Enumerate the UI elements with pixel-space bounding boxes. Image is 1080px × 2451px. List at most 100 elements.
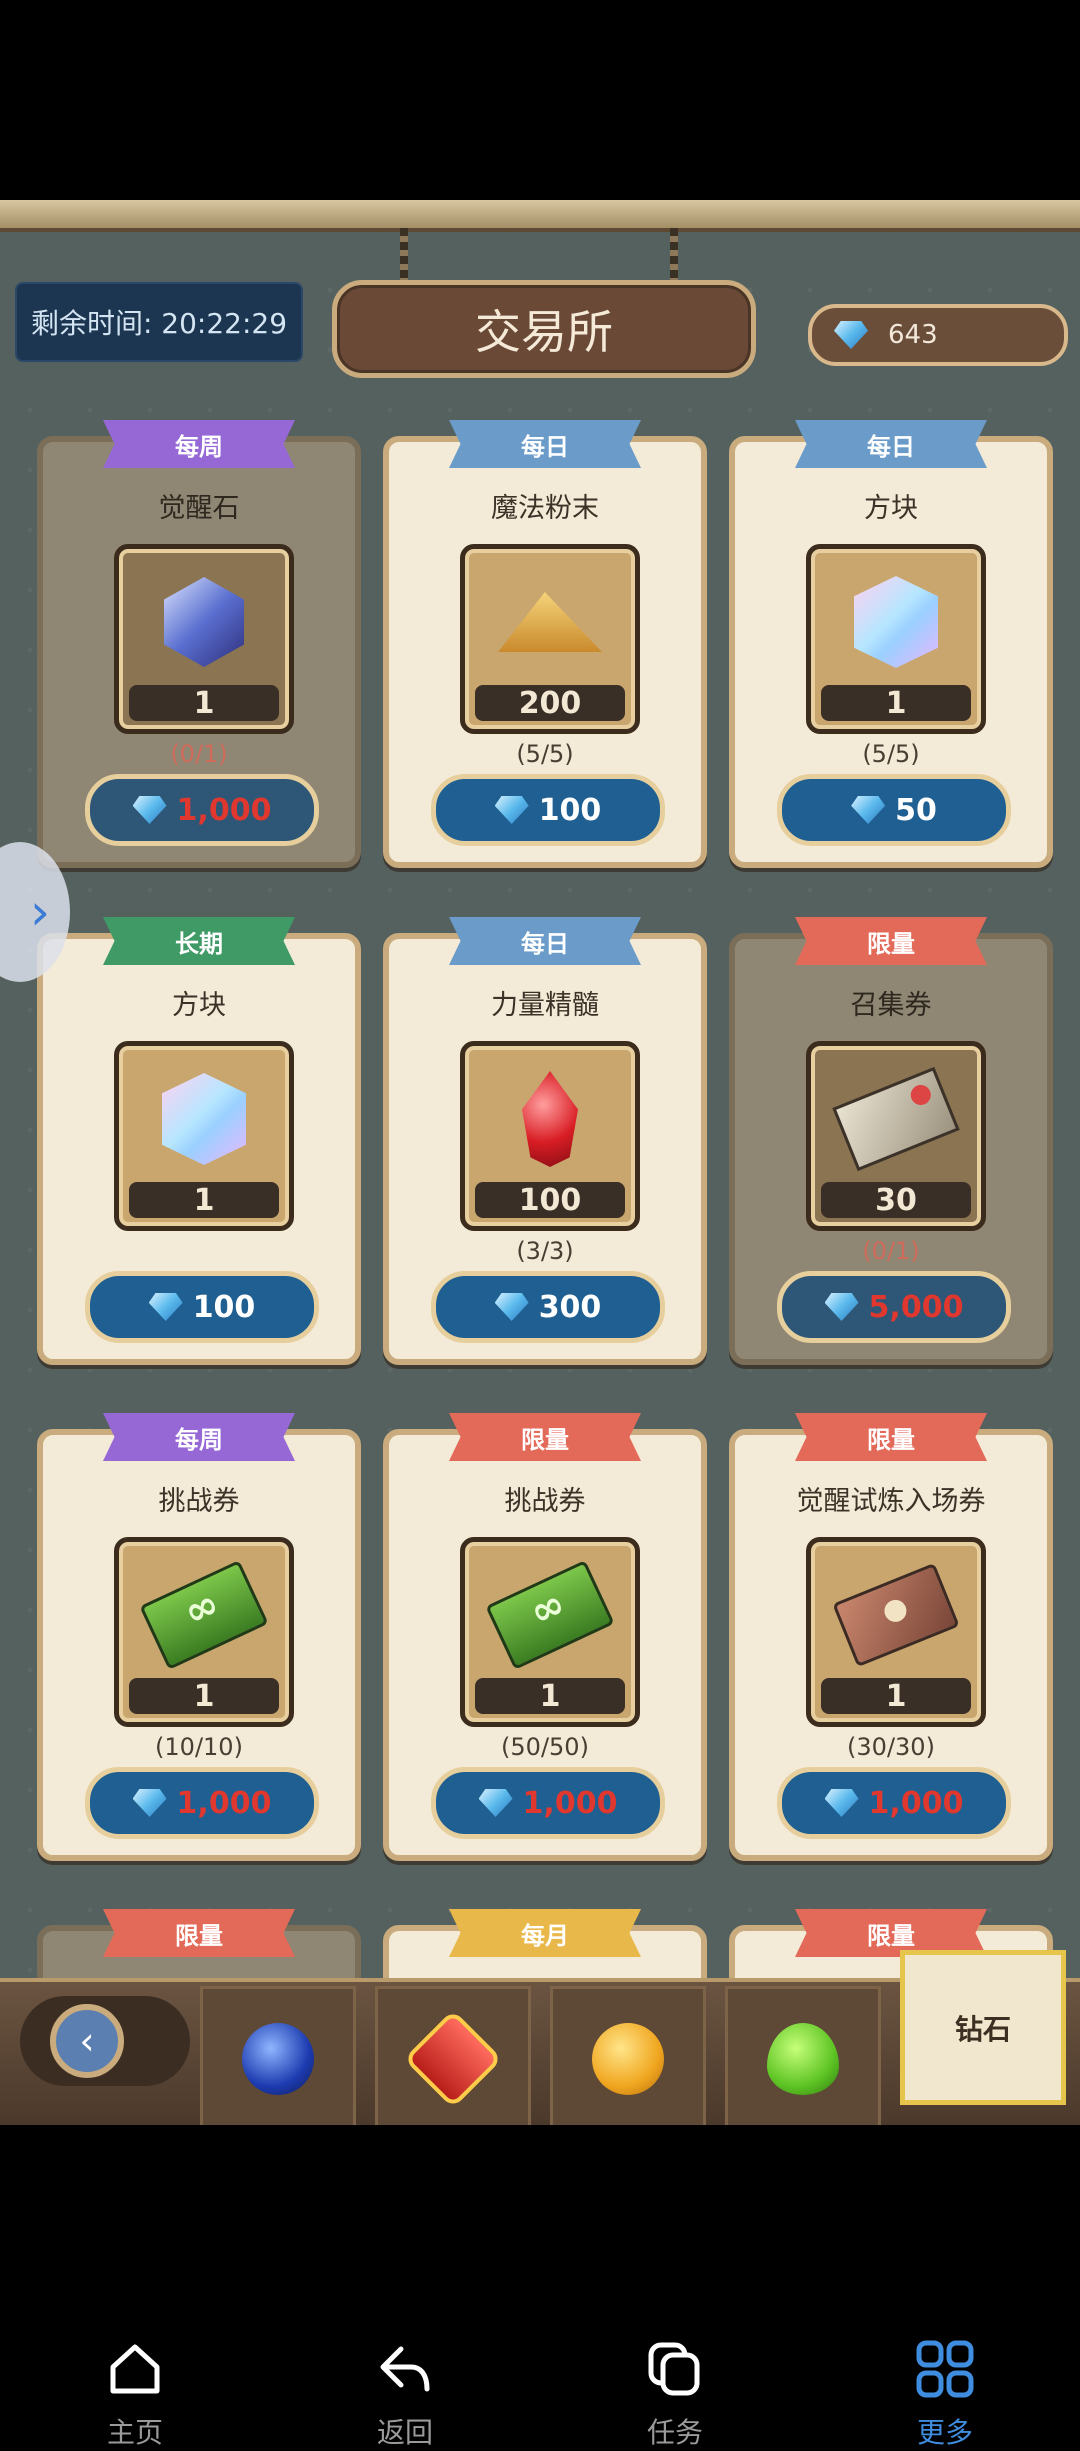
item-quantity: 1: [129, 1182, 279, 1218]
tab-diamond[interactable]: 钻石: [900, 1950, 1066, 2105]
purchase-limit: (5/5): [516, 740, 574, 768]
chevron-left-icon: ‹: [50, 2004, 124, 2078]
buy-button[interactable]: 100: [431, 774, 665, 846]
back-icon: [375, 2339, 435, 2399]
refresh-period-ribbon: 每月: [449, 1909, 641, 1957]
diamond-icon: [824, 1293, 859, 1321]
price-value: 1,000: [176, 792, 272, 828]
purchase-limit: (50/50): [501, 1733, 589, 1761]
shop-item-card[interactable]: 限量挑战券 1 (50/50) 1,000: [383, 1413, 707, 1861]
red-badge-icon: [403, 2009, 503, 2109]
right-chain: [670, 228, 678, 284]
price-value: 100: [538, 792, 602, 828]
shop-item-card[interactable]: 每日 方块 1 (5/5) 50: [729, 420, 1053, 868]
challenge-ticket-icon: [139, 1560, 269, 1670]
item-quantity: 200: [475, 685, 625, 721]
item-name: 魔法粉末: [491, 493, 599, 524]
left-chain: [400, 228, 408, 284]
item-quantity: 1: [129, 1678, 279, 1714]
refresh-period-ribbon: 长期: [103, 917, 295, 965]
shop-item-card[interactable]: 限量觉醒试炼入场券 1 (30/30) 1,000: [729, 1413, 1053, 1861]
nav-back[interactable]: 返回: [270, 2325, 540, 2449]
diamond-icon: [478, 1789, 513, 1817]
more-icon: [915, 2339, 975, 2399]
refresh-period-ribbon: 每日: [449, 917, 641, 965]
buy-button[interactable]: 1,000: [85, 774, 319, 846]
shop-item-card[interactable]: 限量 召集券 30 (0/1) 5,000: [729, 917, 1053, 1365]
price-value: 50: [895, 792, 937, 828]
purchase-limit: (5/5): [862, 740, 920, 768]
challenge-ticket-icon: [485, 1560, 615, 1670]
buy-button[interactable]: 1,000: [431, 1767, 665, 1839]
item-frame: 1: [114, 1041, 294, 1231]
purchase-limit: (0/1): [862, 1237, 920, 1265]
shop-item-card[interactable]: 每日 魔法粉末 200 (5/5) 100: [383, 420, 707, 868]
buy-button[interactable]: 1,000: [777, 1767, 1011, 1839]
refresh-period-ribbon: 每周: [103, 1413, 295, 1461]
item-quantity: 1: [821, 1678, 971, 1714]
refresh-period-ribbon: 限量: [795, 1413, 987, 1461]
purchase-limit: (3/3): [516, 1237, 574, 1265]
tab-back-button[interactable]: ‹: [20, 1996, 190, 2086]
nav-home[interactable]: 主页: [0, 2325, 270, 2449]
diamond-icon: [132, 796, 167, 824]
remaining-time: 剩余时间: 20:22:29: [15, 282, 303, 362]
cube-icon: [162, 1073, 246, 1165]
item-icon-box: [495, 1064, 605, 1174]
price-value: 5,000: [868, 1289, 964, 1325]
purchase-limit: (30/30): [847, 1733, 935, 1761]
buy-button[interactable]: 300: [431, 1271, 665, 1343]
nav-back-label: 返回: [376, 2416, 433, 2449]
price-value: 1,000: [868, 1785, 964, 1821]
shop-item-card[interactable]: 每日 力量精髓 100 (3/3) 300: [383, 917, 707, 1365]
item-name: 方块: [172, 990, 226, 1021]
trial-ticket-icon: [832, 1562, 960, 1668]
item-quantity: 100: [475, 1182, 625, 1218]
shop-item-card[interactable]: 每周 觉醒石 1 (0/1) 1,000: [37, 420, 361, 868]
price-value: 100: [192, 1289, 256, 1325]
home-icon: [105, 2339, 165, 2399]
item-frame: 1: [114, 1537, 294, 1727]
item-name: 方块: [864, 493, 918, 524]
buy-button[interactable]: 50: [777, 774, 1011, 846]
tab-red-badge[interactable]: [375, 1986, 531, 2125]
price-value: 1,000: [522, 1785, 618, 1821]
buy-button[interactable]: 1,000: [85, 1767, 319, 1839]
item-icon-box: [841, 567, 951, 677]
cube-icon: [854, 576, 938, 668]
blue-orb-icon: [242, 2023, 314, 2095]
item-frame: 100: [460, 1041, 640, 1231]
item-frame: 1: [460, 1537, 640, 1727]
shop-item-card[interactable]: 每周挑战券 1 (10/10) 1,000: [37, 1413, 361, 1861]
tab-blue-orb[interactable]: [200, 1986, 356, 2125]
item-frame: 1: [806, 544, 986, 734]
item-icon-box: [149, 567, 259, 677]
page-title: 交易所: [332, 280, 756, 378]
diamond-icon: [494, 796, 529, 824]
buy-button[interactable]: 100: [85, 1271, 319, 1343]
item-frame: 30: [806, 1041, 986, 1231]
diamond-icon: [824, 1789, 859, 1817]
item-quantity: 1: [821, 685, 971, 721]
item-name: 觉醒试炼入场券: [796, 1486, 986, 1517]
item-icon-box: [495, 567, 605, 677]
diamond-balance[interactable]: 643: [808, 304, 1068, 366]
item-quantity: 1: [129, 685, 279, 721]
item-name: 挑战券: [158, 1486, 240, 1517]
shop-item-card[interactable]: 长期方块 1 100: [37, 917, 361, 1365]
tab-diamond-label: 钻石: [954, 2012, 1011, 2046]
item-icon-box: [139, 1560, 269, 1670]
tab-gold-coin[interactable]: [550, 1986, 706, 2125]
crystal-icon: [164, 577, 244, 667]
item-frame: 1: [114, 544, 294, 734]
nav-more[interactable]: 更多: [810, 2325, 1080, 2449]
diamond-icon: [851, 796, 886, 824]
item-frame: 200: [460, 544, 640, 734]
diamond-count: 643: [888, 320, 938, 350]
system-nav-bar: 主页 返回 任务 更多: [0, 2325, 1080, 2449]
nav-tasks[interactable]: 任务: [540, 2325, 810, 2449]
game-screen: 剩余时间: 20:22:29 交易所 643 每周 觉醒石 1 (0/1) 1,000 每…: [0, 200, 1080, 2125]
tab-green-heart[interactable]: [725, 1986, 881, 2125]
refresh-period-ribbon: 限量: [103, 1909, 295, 1957]
buy-button[interactable]: 5,000: [777, 1271, 1011, 1343]
